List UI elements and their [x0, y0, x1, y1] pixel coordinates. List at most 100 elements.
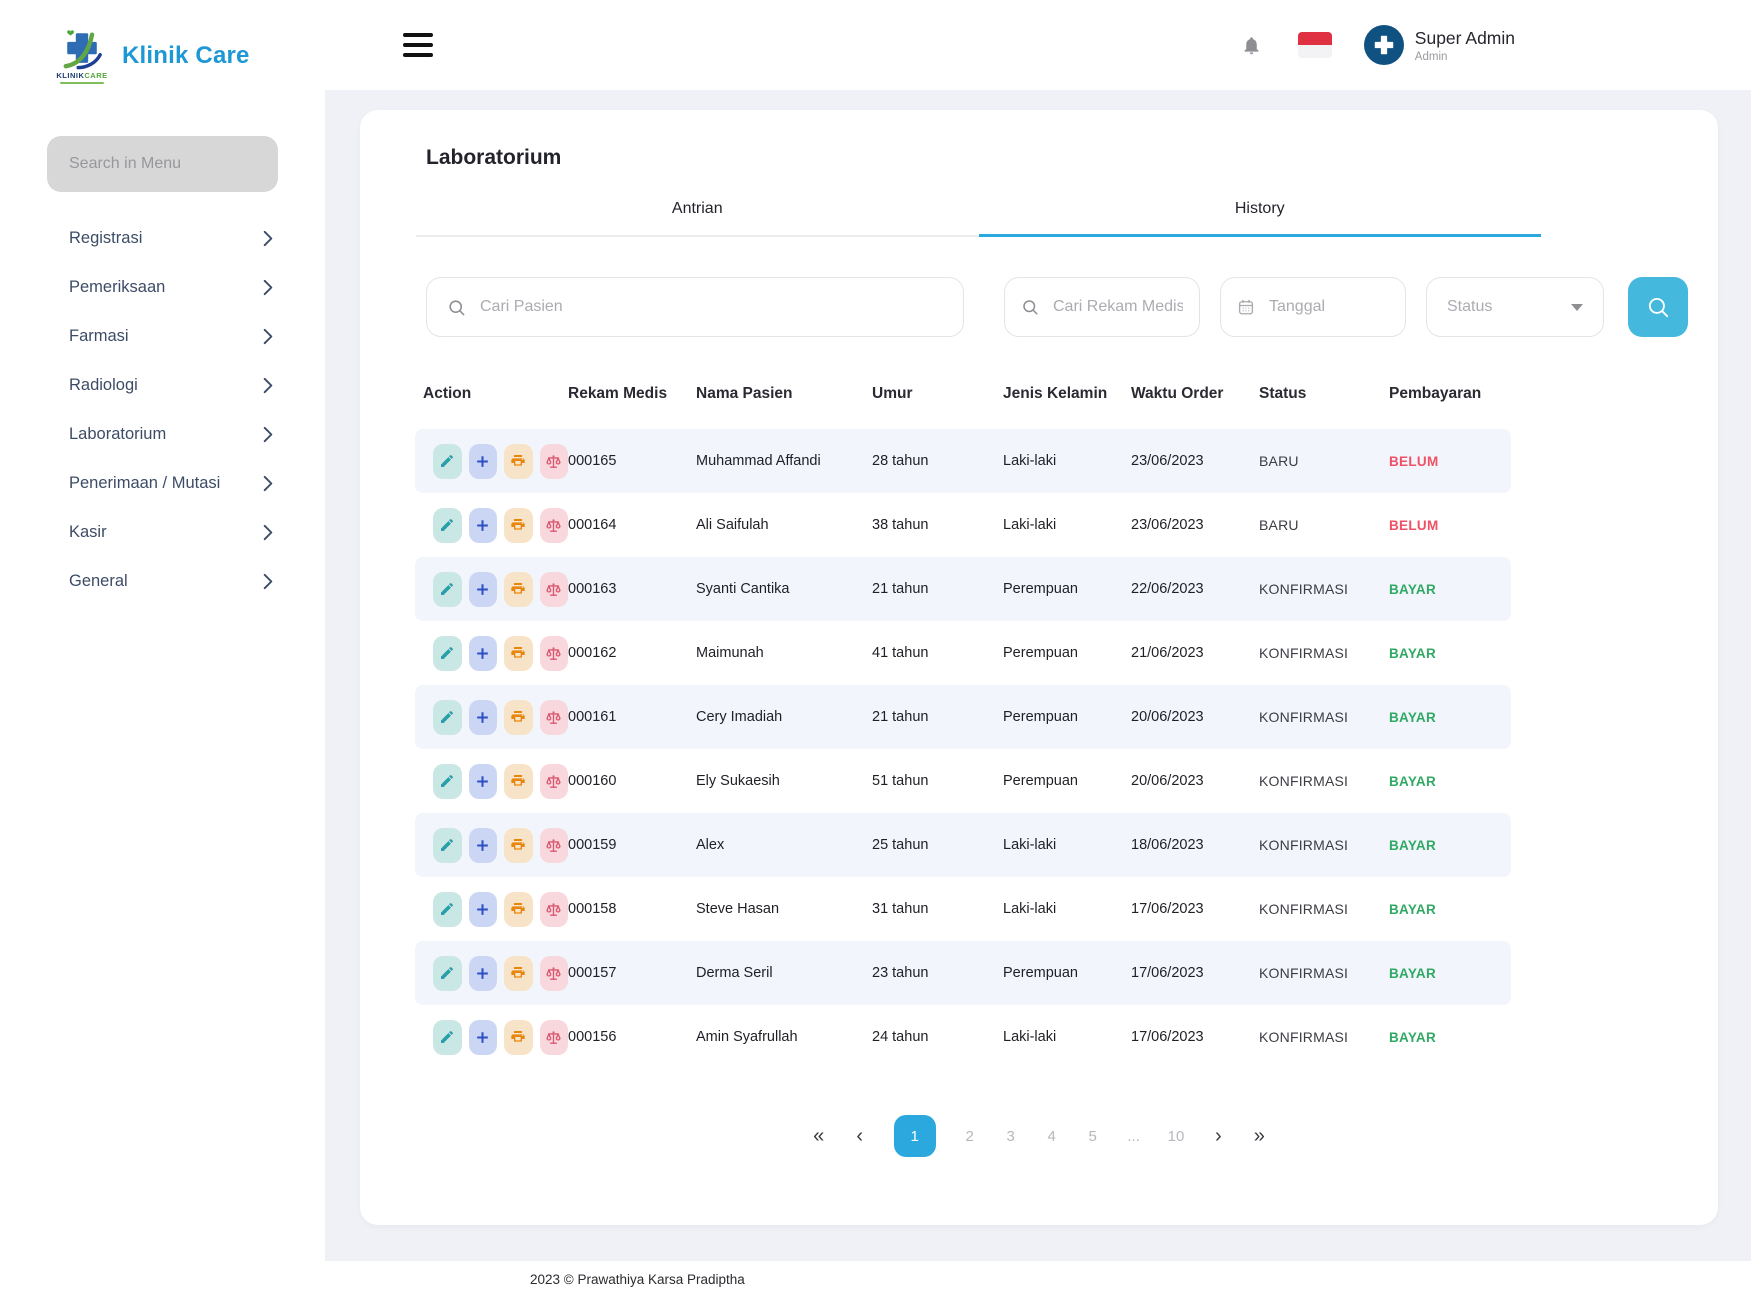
umur-cell: 21 tahun — [872, 581, 1003, 597]
sidebar-item-label: Laboratorium — [69, 425, 166, 444]
cari-rekam-medis-input[interactable] — [1053, 298, 1183, 316]
edit-button[interactable] — [433, 444, 462, 479]
add-button[interactable] — [469, 828, 498, 863]
umur-cell: 25 tahun — [872, 837, 1003, 853]
add-button[interactable] — [469, 956, 498, 991]
print-button[interactable] — [504, 572, 533, 607]
nama-pasien-cell: Syanti Cantika — [696, 581, 872, 597]
tab-antrian[interactable]: Antrian — [416, 200, 979, 237]
user-info[interactable]: Super Admin Admin — [1415, 28, 1515, 63]
pembayaran-cell: BAYAR — [1389, 646, 1511, 661]
sidebar-item-label: Pemeriksaan — [69, 278, 165, 297]
lab-scales-button[interactable] — [540, 508, 569, 543]
col-nama-pasien: Nama Pasien — [696, 385, 872, 403]
print-button[interactable] — [504, 764, 533, 799]
add-button[interactable] — [469, 764, 498, 799]
add-button[interactable] — [469, 892, 498, 927]
lab-scales-button[interactable] — [540, 892, 569, 927]
umur-cell: 23 tahun — [872, 965, 1003, 981]
add-button[interactable] — [469, 572, 498, 607]
print-button[interactable] — [504, 636, 533, 671]
edit-button[interactable] — [433, 828, 462, 863]
edit-button[interactable] — [433, 892, 462, 927]
sidebar-menu-item[interactable]: Radiologi — [0, 361, 325, 410]
pagination-item[interactable]: ‹ — [853, 1125, 867, 1148]
lab-scales-button[interactable] — [540, 572, 569, 607]
sidebar-menu-item[interactable]: Pemeriksaan — [0, 263, 325, 312]
pembayaran-cell: BELUM — [1389, 454, 1511, 469]
printer-icon — [510, 517, 526, 533]
lab-scales-button[interactable] — [540, 700, 569, 735]
pagination-item[interactable]: 5 — [1086, 1128, 1100, 1145]
table-body: 000165 Muhammad Affandi 28 tahun Laki-la… — [415, 429, 1511, 1069]
hamburger-menu-icon[interactable] — [403, 27, 433, 64]
table-row: 000159 Alex 25 tahun Laki-laki 18/06/202… — [415, 813, 1511, 877]
print-button[interactable] — [504, 444, 533, 479]
edit-button[interactable] — [433, 508, 462, 543]
sidebar-search-input[interactable] — [47, 136, 278, 192]
sidebar-item-label: Kasir — [69, 523, 107, 542]
jenis-kelamin-cell: Laki-laki — [1003, 1029, 1131, 1045]
pagination-item[interactable]: 3 — [1004, 1128, 1018, 1145]
lab-scales-button[interactable] — [540, 1020, 569, 1055]
status-placeholder: Status — [1447, 298, 1492, 316]
pagination-item[interactable]: 4 — [1045, 1128, 1059, 1145]
laboratorium-card: Laboratorium Antrian History Tanggal — [360, 110, 1718, 1225]
tanggal-picker[interactable]: Tanggal — [1220, 277, 1406, 337]
print-button[interactable] — [504, 1020, 533, 1055]
notification-bell-icon[interactable] — [1241, 35, 1262, 56]
pagination-item[interactable]: 2 — [963, 1128, 977, 1145]
tab-history[interactable]: History — [979, 200, 1542, 237]
lab-scales-button[interactable] — [540, 828, 569, 863]
add-button[interactable] — [469, 1020, 498, 1055]
plus-icon — [475, 1030, 490, 1045]
add-button[interactable] — [469, 700, 498, 735]
lab-scales-button[interactable] — [540, 636, 569, 671]
rekam-medis-cell: 000156 — [568, 1029, 696, 1045]
edit-button[interactable] — [433, 636, 462, 671]
pagination-item[interactable]: « — [812, 1125, 826, 1148]
edit-button[interactable] — [433, 700, 462, 735]
pagination-item[interactable]: › — [1211, 1125, 1225, 1148]
tab-bar: Antrian History — [416, 200, 1541, 237]
search-submit-button[interactable] — [1628, 277, 1688, 337]
pagination-item[interactable]: 10 — [1168, 1128, 1185, 1145]
cari-pasien-input[interactable] — [480, 298, 943, 316]
add-button[interactable] — [469, 444, 498, 479]
lab-scales-button[interactable] — [540, 444, 569, 479]
pembayaran-cell: BAYAR — [1389, 966, 1511, 981]
edit-button[interactable] — [433, 572, 462, 607]
lab-scales-button[interactable] — [540, 764, 569, 799]
sidebar-menu-item[interactable]: General — [0, 557, 325, 606]
print-button[interactable] — [504, 892, 533, 927]
indonesia-flag-icon[interactable] — [1298, 32, 1332, 58]
edit-button[interactable] — [433, 1020, 462, 1055]
sidebar-menu-item[interactable]: Kasir — [0, 508, 325, 557]
pagination-item[interactable]: ... — [1127, 1128, 1141, 1145]
add-button[interactable] — [469, 508, 498, 543]
add-button[interactable] — [469, 636, 498, 671]
printer-icon — [510, 837, 526, 853]
print-button[interactable] — [504, 508, 533, 543]
edit-button[interactable] — [433, 956, 462, 991]
table-row: 000164 Ali Saifulah 38 tahun Laki-laki 2… — [415, 493, 1511, 557]
row-actions — [433, 700, 568, 735]
print-button[interactable] — [504, 956, 533, 991]
sidebar-menu-item[interactable]: Farmasi — [0, 312, 325, 361]
edit-button[interactable] — [433, 764, 462, 799]
sidebar-menu-item[interactable]: Laboratorium — [0, 410, 325, 459]
sidebar-menu-item[interactable]: Registrasi — [0, 214, 325, 263]
pagination-item[interactable]: » — [1252, 1125, 1266, 1148]
sidebar-menu-item[interactable]: Penerimaan / Mutasi — [0, 459, 325, 508]
table-header-row: Action Rekam Medis Nama Pasien Umur Jeni… — [415, 385, 1511, 403]
lab-scales-button[interactable] — [540, 956, 569, 991]
print-button[interactable] — [504, 828, 533, 863]
nama-pasien-cell: Alex — [696, 837, 872, 853]
plus-icon — [475, 454, 490, 469]
print-button[interactable] — [504, 700, 533, 735]
pagination-item[interactable]: 1 — [894, 1115, 936, 1157]
user-avatar[interactable] — [1364, 25, 1404, 65]
logo-wordmark: KLINIKCARE — [56, 71, 107, 80]
umur-cell: 24 tahun — [872, 1029, 1003, 1045]
status-dropdown[interactable]: Status — [1426, 277, 1604, 337]
